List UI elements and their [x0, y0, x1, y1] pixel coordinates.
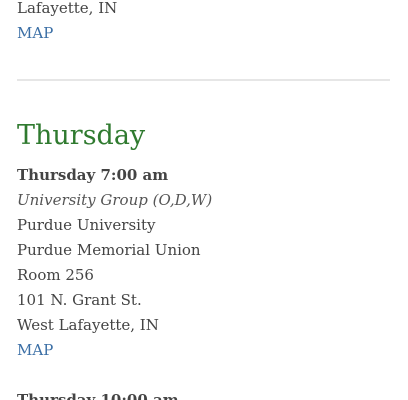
meeting-city: West Lafayette, IN: [17, 316, 159, 334]
meeting-venue: Purdue University: [17, 216, 156, 234]
meeting-time: Thursday 7:00 am: [17, 166, 169, 184]
meeting-group-name: University Group (O,D,W): [17, 191, 213, 209]
day-heading-thursday: Thursday: [17, 120, 146, 151]
meeting-street: 101 N. Grant St.: [17, 291, 142, 309]
meeting-building: Purdue Memorial Union: [17, 241, 201, 259]
meeting-map-link[interactable]: MAP: [17, 340, 53, 360]
previous-meeting-map-link[interactable]: MAP: [17, 23, 53, 43]
previous-meeting-city: Lafayette, IN: [17, 0, 118, 17]
meeting-time: Thursday 10:00 am: [17, 391, 179, 400]
section-divider: [17, 79, 390, 81]
meeting-room: Room 256: [17, 266, 94, 284]
